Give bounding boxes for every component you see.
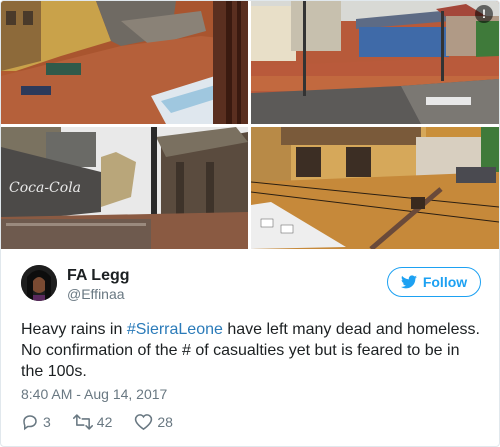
photo-flooded-street[interactable]: [1, 1, 248, 124]
user-info[interactable]: FA Legg @Effinaa: [67, 266, 130, 303]
follow-button[interactable]: Follow: [387, 267, 481, 297]
twitter-bird-icon: [400, 275, 417, 289]
media-grid: Coca-Cola !: [1, 1, 499, 249]
user-handle[interactable]: @Effinaa: [67, 285, 130, 303]
retweet-icon: [72, 414, 93, 430]
display-name[interactable]: FA Legg: [67, 266, 130, 285]
embedded-tweet: Coca-Cola ! FA Legg @Effinaa Follow Heav…: [0, 0, 500, 447]
info-icon[interactable]: !: [475, 5, 493, 23]
tweet-text-before: Heavy rains in: [21, 321, 127, 338]
tweet-timestamp[interactable]: 8:40 AM - Aug 14, 2017: [21, 386, 167, 402]
reply-action[interactable]: 3: [21, 413, 51, 431]
tweet-header: FA Legg @Effinaa Follow: [21, 263, 481, 307]
retweet-count: 42: [96, 414, 113, 430]
like-action[interactable]: 28: [134, 413, 173, 431]
photo-flooded-houses[interactable]: [251, 127, 499, 249]
tweet-text: Heavy rains in #SierraLeone have left ma…: [21, 319, 483, 382]
tweet-actions: 3 42 28: [21, 413, 195, 431]
reply-icon: [23, 415, 37, 431]
svg-text:Coca-Cola: Coca-Cola: [9, 180, 81, 196]
hashtag-link[interactable]: #SierraLeone: [127, 321, 223, 338]
photo-flooded-rooftops[interactable]: [251, 1, 499, 124]
heart-icon: [135, 414, 153, 431]
reply-count: 3: [43, 414, 51, 430]
follow-button-label: Follow: [422, 274, 468, 290]
avatar[interactable]: [21, 265, 57, 301]
retweet-action[interactable]: 42: [72, 413, 113, 431]
photo-coca-cola-street[interactable]: Coca-Cola: [1, 127, 248, 249]
like-count: 28: [157, 414, 173, 430]
